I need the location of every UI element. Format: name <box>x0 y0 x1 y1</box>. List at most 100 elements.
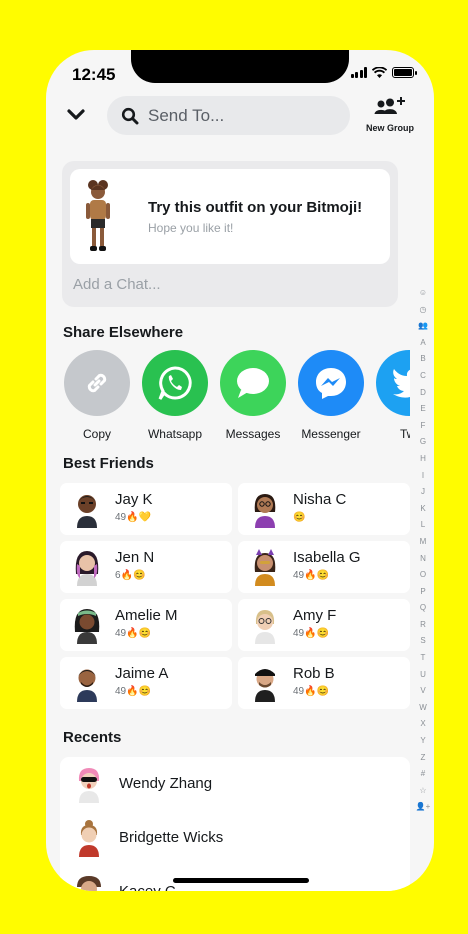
alphabet-index-letter[interactable]: S <box>415 633 431 650</box>
alphabet-index-letter[interactable]: X <box>415 716 431 733</box>
alphabet-index-letter[interactable]: O <box>415 567 431 584</box>
friend-streak: 49🔥💛 <box>115 512 152 523</box>
alphabet-index-letter[interactable]: M <box>415 534 431 551</box>
share-app-label: Messages <box>225 427 281 441</box>
best-friend-card[interactable]: Jay K 49🔥💛 <box>60 483 232 535</box>
share-whatsapp-button[interactable]: Whatsapp <box>138 350 212 441</box>
alphabet-index-letter[interactable]: # <box>415 766 431 783</box>
alphabet-index-letter[interactable]: B <box>415 351 431 368</box>
bitmoji-avatar <box>79 820 99 857</box>
alphabet-index-letter[interactable]: U <box>415 667 431 684</box>
messages-icon <box>220 350 286 416</box>
alphabet-index-letter[interactable]: ◷ <box>415 302 431 319</box>
friend-streak: 49🔥😊 <box>293 570 330 581</box>
share-messenger-button[interactable]: Messenger <box>294 350 368 441</box>
alphabet-index-letter[interactable]: C <box>415 368 431 385</box>
bitmoji-avatar <box>255 610 275 644</box>
best-friend-card[interactable]: Amy F 49🔥😊 <box>238 599 410 651</box>
friend-streak: 49🔥😊 <box>293 686 330 697</box>
phone-screen: 12:45 Send To... New Group Try this outf… <box>46 50 434 891</box>
alphabet-index-letter[interactable]: E <box>415 401 431 418</box>
alphabet-index-letter[interactable]: G <box>415 434 431 451</box>
alphabet-index-letter[interactable]: Y <box>415 733 431 750</box>
friend-streak: 49🔥😊 <box>115 628 152 639</box>
alphabet-index[interactable]: ☺ ◷ 👥 A B C D E F G H I J K L M N O P Q R S T U V W X Y Z # ☆ 👤+ <box>415 285 431 816</box>
alphabet-index-letter[interactable]: J <box>415 484 431 501</box>
best-friend-card[interactable]: Jaime A 49🔥😊 <box>60 657 232 709</box>
best-friend-card[interactable]: Amelie M 49🔥😊 <box>60 599 232 651</box>
friend-streak: 49🔥😊 <box>115 686 152 697</box>
recent-contact-row[interactable]: Bridgette Wicks <box>60 811 410 865</box>
friend-streak: 😊 <box>293 512 306 523</box>
alphabet-index-letter[interactable]: N <box>415 551 431 568</box>
bitmoji-avatar <box>74 609 100 644</box>
alphabet-index-letter[interactable]: T <box>415 650 431 667</box>
alphabet-index-letter[interactable]: P <box>415 584 431 601</box>
best-friends-heading: Best Friends <box>63 455 154 472</box>
alphabet-index-letter[interactable]: A <box>415 335 431 352</box>
share-app-label: Twi <box>400 427 410 441</box>
bitmoji-avatar <box>77 495 97 528</box>
best-friend-card[interactable]: Rob B 49🔥😊 <box>238 657 410 709</box>
alphabet-index-letter[interactable]: ☆ <box>415 783 431 800</box>
home-indicator[interactable] <box>173 878 309 883</box>
friend-name: Rob B <box>293 665 335 682</box>
status-icons <box>350 67 417 78</box>
share-messages-button[interactable]: Messages <box>216 350 290 441</box>
alphabet-index-letter[interactable]: 👤+ <box>415 799 431 816</box>
recent-contact-row[interactable]: Wendy Zhang <box>60 757 410 811</box>
alphabet-index-letter[interactable]: Q <box>415 600 431 617</box>
bitmoji-avatar <box>255 669 275 702</box>
alphabet-index-letter[interactable]: V <box>415 683 431 700</box>
friend-name: Jaime A <box>115 665 169 682</box>
recent-contact-name: Bridgette Wicks <box>119 829 224 846</box>
bitmoji-avatar <box>77 669 97 702</box>
bitmoji-avatar <box>78 768 100 803</box>
friend-name: Amelie M <box>115 607 178 624</box>
search-input[interactable]: Send To... <box>107 96 350 135</box>
friend-name: Amy F <box>293 607 337 624</box>
alphabet-index-letter[interactable]: R <box>415 617 431 634</box>
share-app-label: Whatsapp <box>147 427 203 441</box>
share-twitter-button[interactable]: Twi <box>372 350 410 441</box>
friend-name: Jen N <box>115 549 155 566</box>
best-friend-card[interactable]: Jen N 6🔥😊 <box>60 541 232 593</box>
best-friend-card[interactable]: Isabella G 49🔥😊 <box>238 541 410 593</box>
share-app-label: Copy <box>82 427 111 441</box>
notch <box>131 50 349 83</box>
status-time: 12:45 <box>72 65 116 84</box>
add-chat-input[interactable]: Add a Chat... <box>73 276 161 293</box>
alphabet-index-letter[interactable]: Z <box>415 750 431 767</box>
alphabet-index-letter[interactable]: I <box>415 468 431 485</box>
alphabet-index-letter[interactable]: F <box>415 418 431 435</box>
share-card-title: Try this outfit on your Bitmoji! <box>148 199 363 216</box>
signal-icon <box>350 67 367 78</box>
alphabet-index-letter[interactable]: 👥 <box>415 318 431 335</box>
recents-heading: Recents <box>63 729 122 746</box>
alphabet-index-letter[interactable]: K <box>415 501 431 518</box>
bitmoji-outfit-card[interactable]: Try this outfit on your Bitmoji! Hope yo… <box>70 169 390 264</box>
share-card-subtitle: Hope you like it! <box>148 221 234 235</box>
search-icon <box>121 107 139 124</box>
battery-icon <box>392 67 417 78</box>
alphabet-index-letter[interactable]: H <box>415 451 431 468</box>
bitmoji-avatar <box>254 549 276 586</box>
recent-contact-name: Kacey C <box>119 883 176 891</box>
alphabet-index-letter[interactable]: L <box>415 517 431 534</box>
alphabet-index-letter[interactable]: W <box>415 700 431 717</box>
alphabet-index-letter[interactable]: ☺ <box>415 285 431 302</box>
bitmoji-outfit-thumbnail <box>86 180 110 251</box>
link-icon <box>64 350 130 416</box>
share-copy-button[interactable]: Copy <box>60 350 134 441</box>
friend-name: Isabella G <box>293 549 361 566</box>
friend-name: Jay K <box>115 491 153 508</box>
friend-streak: 49🔥😊 <box>293 628 330 639</box>
search-placeholder: Send To... <box>148 105 225 125</box>
new-group-button[interactable]: New Group <box>361 96 419 133</box>
share-apps-row: Copy Whatsapp Messages Messenger T <box>60 350 410 450</box>
new-group-label: New Group <box>365 123 414 133</box>
alphabet-index-letter[interactable]: D <box>415 385 431 402</box>
best-friend-card[interactable]: Nisha C 😊 <box>238 483 410 535</box>
top-bar: Send To... New Group <box>46 94 434 138</box>
chevron-down-icon[interactable] <box>66 108 86 122</box>
